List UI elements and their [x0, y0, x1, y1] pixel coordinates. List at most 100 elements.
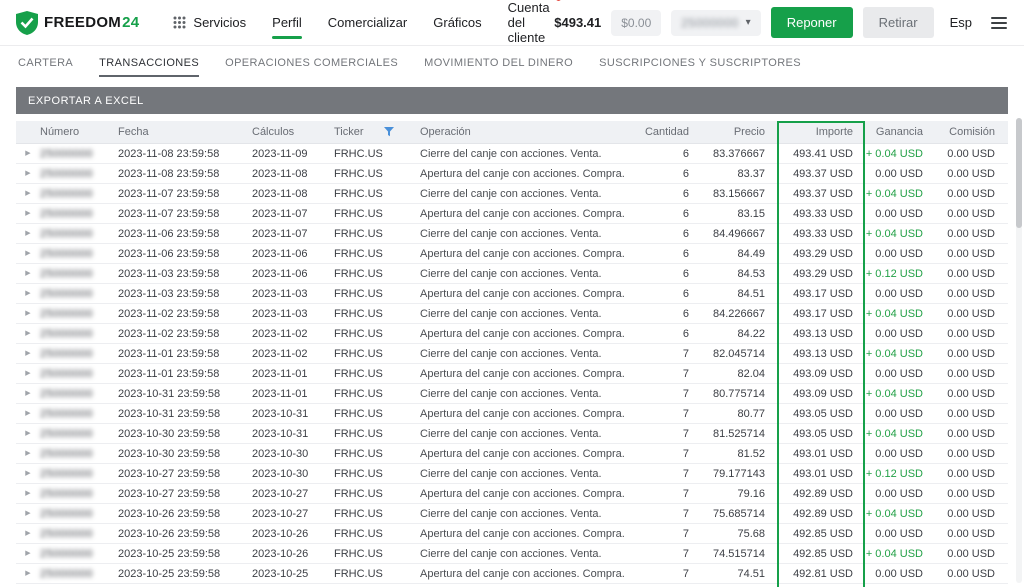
brand-name: FREEDOM24: [44, 14, 139, 31]
cell-ganancia: 0.00 USD: [865, 528, 935, 540]
cell-precio: 79.177143: [701, 468, 777, 480]
cell-comision: 0.00 USD: [935, 468, 1007, 480]
chevron-right-icon: ▶: [25, 430, 30, 437]
column-header-precio[interactable]: Precio: [701, 126, 777, 138]
cell-precio: 81.52: [701, 448, 777, 460]
chevron-right-icon: ▶: [25, 350, 30, 357]
cell-ticker: FRHC.US: [334, 468, 420, 480]
chevron-right-icon: ▶: [25, 290, 30, 297]
cell-calculos: 2023-11-09: [252, 148, 334, 160]
row-expand-toggle[interactable]: ▶: [16, 564, 40, 583]
row-expand-toggle[interactable]: ▶: [16, 144, 40, 163]
cell-cantidad: 6: [639, 228, 701, 240]
cell-numero: 25000000: [40, 168, 118, 180]
cell-comision: 0.00 USD: [935, 288, 1007, 300]
row-expand-toggle[interactable]: ▶: [16, 224, 40, 243]
cell-calculos: 2023-10-30: [252, 468, 334, 480]
cell-precio: 74.51: [701, 568, 777, 580]
cell-numero: 25000000: [40, 468, 118, 480]
cell-calculos: 2023-10-31: [252, 408, 334, 420]
vertical-scrollbar[interactable]: [1016, 118, 1022, 583]
tab-transacciones[interactable]: TRANSACCIONES: [99, 51, 199, 75]
column-header-importe[interactable]: Importe: [777, 126, 865, 138]
column-header-numero[interactable]: Número: [40, 126, 118, 138]
row-expand-toggle[interactable]: ▶: [16, 324, 40, 343]
cell-importe: 492.81 USD: [777, 568, 865, 580]
column-header-cantidad[interactable]: Cantidad: [639, 126, 701, 138]
row-expand-toggle[interactable]: ▶: [16, 464, 40, 483]
chevron-right-icon: ▶: [25, 190, 30, 197]
cell-importe: 492.85 USD: [777, 548, 865, 560]
cell-precio: 75.685714: [701, 508, 777, 520]
notification-dot: [556, 0, 561, 1]
nav-item-graficos[interactable]: Gráficos: [433, 15, 481, 30]
cell-ganancia: + 0.04 USD: [865, 308, 935, 320]
row-expand-toggle[interactable]: ▶: [16, 504, 40, 523]
tab-movimiento-del-dinero[interactable]: MOVIMIENTO DEL DINERO: [424, 51, 573, 75]
tab-operaciones-comerciales[interactable]: OPERACIONES COMERCIALES: [225, 51, 398, 75]
deposit-button[interactable]: Reponer: [771, 7, 853, 38]
nav-item-perfil[interactable]: Perfil: [272, 15, 302, 30]
row-expand-toggle[interactable]: ▶: [16, 444, 40, 463]
column-header-ganancia[interactable]: Ganancia: [865, 126, 935, 138]
withdraw-button[interactable]: Retirar: [863, 7, 934, 38]
account-selector[interactable]: 25000000 ▾: [671, 10, 760, 36]
table-row: ▶250000002023-10-30 23:59:582023-10-31FR…: [16, 424, 1008, 444]
row-expand-toggle[interactable]: ▶: [16, 264, 40, 283]
row-expand-toggle[interactable]: ▶: [16, 484, 40, 503]
row-expand-toggle[interactable]: ▶: [16, 384, 40, 403]
cell-fecha: 2023-11-07 23:59:58: [118, 188, 252, 200]
cell-fecha: 2023-11-03 23:59:58: [118, 268, 252, 280]
chevron-right-icon: ▶: [25, 270, 30, 277]
row-expand-toggle[interactable]: ▶: [16, 344, 40, 363]
row-expand-toggle[interactable]: ▶: [16, 544, 40, 563]
cell-importe: 493.33 USD: [777, 228, 865, 240]
row-expand-toggle[interactable]: ▶: [16, 304, 40, 323]
tab-suscripciones-y-suscriptores[interactable]: SUSCRIPCIONES Y SUSCRIPTORES: [599, 51, 801, 75]
column-header-comision[interactable]: Comisión: [935, 126, 1007, 138]
row-expand-toggle[interactable]: ▶: [16, 184, 40, 203]
language-selector[interactable]: Esp: [950, 15, 972, 30]
row-expand-toggle[interactable]: ▶: [16, 524, 40, 543]
row-expand-toggle[interactable]: ▶: [16, 284, 40, 303]
column-header-ticker[interactable]: Ticker: [334, 126, 420, 138]
cell-importe: 493.01 USD: [777, 468, 865, 480]
filter-icon[interactable]: [384, 127, 394, 137]
cell-cantidad: 6: [639, 288, 701, 300]
cell-operacion: Cierre del canje con acciones. Venta.: [420, 508, 639, 520]
cell-precio: 82.04: [701, 368, 777, 380]
cell-ticker: FRHC.US: [334, 208, 420, 220]
cell-comision: 0.00 USD: [935, 488, 1007, 500]
menu-icon[interactable]: [988, 14, 1010, 32]
cell-ganancia: + 0.04 USD: [865, 508, 935, 520]
nav-item-cuenta-del-cliente[interactable]: Cuenta del cliente: [508, 0, 555, 45]
cell-fecha: 2023-11-07 23:59:58: [118, 208, 252, 220]
table-row: ▶250000002023-11-08 23:59:582023-11-09FR…: [16, 144, 1008, 164]
row-expand-toggle[interactable]: ▶: [16, 244, 40, 263]
cell-numero: 25000000: [40, 328, 118, 340]
cell-precio: 84.49: [701, 248, 777, 260]
column-header-operacion[interactable]: Operación: [420, 126, 639, 138]
brand-logo[interactable]: FREEDOM24: [16, 11, 139, 35]
chevron-right-icon: ▶: [25, 490, 30, 497]
cell-numero: 25000000: [40, 368, 118, 380]
export-excel-button[interactable]: EXPORTAR A EXCEL: [28, 95, 144, 107]
row-expand-toggle[interactable]: ▶: [16, 164, 40, 183]
column-header-calculos[interactable]: Cálculos: [252, 126, 334, 138]
row-expand-toggle[interactable]: ▶: [16, 404, 40, 423]
table-row: ▶250000002023-11-01 23:59:582023-11-01FR…: [16, 364, 1008, 384]
row-expand-toggle[interactable]: ▶: [16, 364, 40, 383]
cell-operacion: Apertura del canje con acciones. Compra.: [420, 168, 639, 180]
nav-item-servicios[interactable]: Servicios: [173, 15, 246, 30]
row-expand-toggle[interactable]: ▶: [16, 424, 40, 443]
cell-calculos: 2023-10-27: [252, 488, 334, 500]
cell-calculos: 2023-10-27: [252, 508, 334, 520]
tab-cartera[interactable]: CARTERA: [18, 51, 73, 75]
row-expand-toggle[interactable]: ▶: [16, 204, 40, 223]
cell-precio: 83.37: [701, 168, 777, 180]
column-header-fecha[interactable]: Fecha: [118, 126, 252, 138]
nav-item-comercializar[interactable]: Comercializar: [328, 15, 407, 30]
cell-operacion: Cierre del canje con acciones. Venta.: [420, 388, 639, 400]
cell-ganancia: + 0.04 USD: [865, 188, 935, 200]
scrollbar-thumb[interactable]: [1016, 118, 1022, 228]
